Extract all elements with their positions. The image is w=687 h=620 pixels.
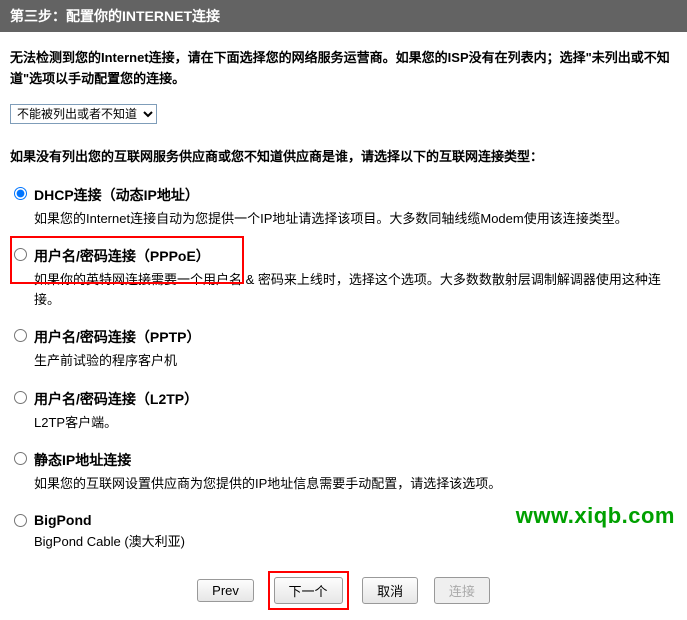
wizard-step-header: 第三步：配置你的INTERNET连接 <box>0 0 687 32</box>
radio-pptp[interactable] <box>14 329 27 342</box>
option-content: 用户名/密码连接（PPTP） 生产前试验的程序客户机 <box>34 327 677 371</box>
radio-col <box>14 450 34 468</box>
option-content: 静态IP地址连接 如果您的互联网设置供应商为您提供的IP地址信息需要手动配置，请… <box>34 450 677 494</box>
option-desc-l2tp: L2TP客户端。 <box>34 413 677 433</box>
radio-l2tp[interactable] <box>14 391 27 404</box>
option-title-static: 静态IP地址连接 <box>34 450 677 470</box>
connection-type-subtitle: 如果没有列出您的互联网服务供应商或您不知道供应商是谁，请选择以下的互联网连接类型… <box>0 142 687 177</box>
option-desc-pptp: 生产前试验的程序客户机 <box>34 351 677 371</box>
radio-dhcp[interactable] <box>14 187 27 200</box>
option-desc-static: 如果您的互联网设置供应商为您提供的IP地址信息需要手动配置，请选择该选项。 <box>34 474 677 494</box>
option-desc-dhcp: 如果您的Internet连接自动为您提供一个IP地址请选择该项目。大多数同轴线缆… <box>34 209 677 229</box>
radio-col <box>14 389 34 407</box>
option-desc-bigpond: BigPond Cable (澳大利亚) <box>34 532 677 552</box>
connect-button: 连接 <box>434 577 490 604</box>
radio-bigpond[interactable] <box>14 514 27 527</box>
prev-button[interactable]: Prev <box>197 579 254 602</box>
radio-col <box>14 512 34 530</box>
wizard-buttons-row: Prev 下一个 取消 连接 <box>0 561 687 620</box>
option-pptp[interactable]: 用户名/密码连接（PPTP） 生产前试验的程序客户机 <box>12 319 687 381</box>
option-dhcp[interactable]: DHCP连接（动态IP地址） 如果您的Internet连接自动为您提供一个IP地… <box>12 177 687 239</box>
option-title-pppoe: 用户名/密码连接（PPPoE） <box>34 246 677 266</box>
option-desc-pppoe: 如果你的英特网连接需要一个用户名 & 密码来上线时，选择这个选项。大多数数散射层… <box>34 270 677 309</box>
isp-select[interactable]: 不能被列出或者不知道 <box>10 104 157 124</box>
option-title-l2tp: 用户名/密码连接（L2TP） <box>34 389 677 409</box>
option-pppoe[interactable]: 用户名/密码连接（PPPoE） 如果你的英特网连接需要一个用户名 & 密码来上线… <box>12 238 687 319</box>
radio-static[interactable] <box>14 452 27 465</box>
option-static-ip[interactable]: 静态IP地址连接 如果您的互联网设置供应商为您提供的IP地址信息需要手动配置，请… <box>12 442 687 504</box>
highlight-box-next: 下一个 <box>268 571 349 610</box>
radio-col <box>14 246 34 264</box>
option-content: 用户名/密码连接（PPPoE） 如果你的英特网连接需要一个用户名 & 密码来上线… <box>34 246 677 309</box>
option-content: DHCP连接（动态IP地址） 如果您的Internet连接自动为您提供一个IP地… <box>34 185 677 229</box>
option-title-dhcp: DHCP连接（动态IP地址） <box>34 185 677 205</box>
next-button[interactable]: 下一个 <box>274 577 343 604</box>
option-title-pptp: 用户名/密码连接（PPTP） <box>34 327 677 347</box>
cancel-button[interactable]: 取消 <box>362 577 418 604</box>
option-l2tp[interactable]: 用户名/密码连接（L2TP） L2TP客户端。 <box>12 381 687 443</box>
option-content: 用户名/密码连接（L2TP） L2TP客户端。 <box>34 389 677 433</box>
radio-pppoe[interactable] <box>14 248 27 261</box>
header-title: 第三步：配置你的INTERNET连接 <box>10 8 220 24</box>
radio-col <box>14 327 34 345</box>
isp-dropdown-row: 不能被列出或者不知道 <box>0 98 687 142</box>
instruction-text: 无法检测到您的Internet连接，请在下面选择您的网络服务运营商。如果您的IS… <box>0 32 687 98</box>
watermark-text: www.xiqb.com <box>516 503 675 529</box>
radio-col <box>14 185 34 203</box>
